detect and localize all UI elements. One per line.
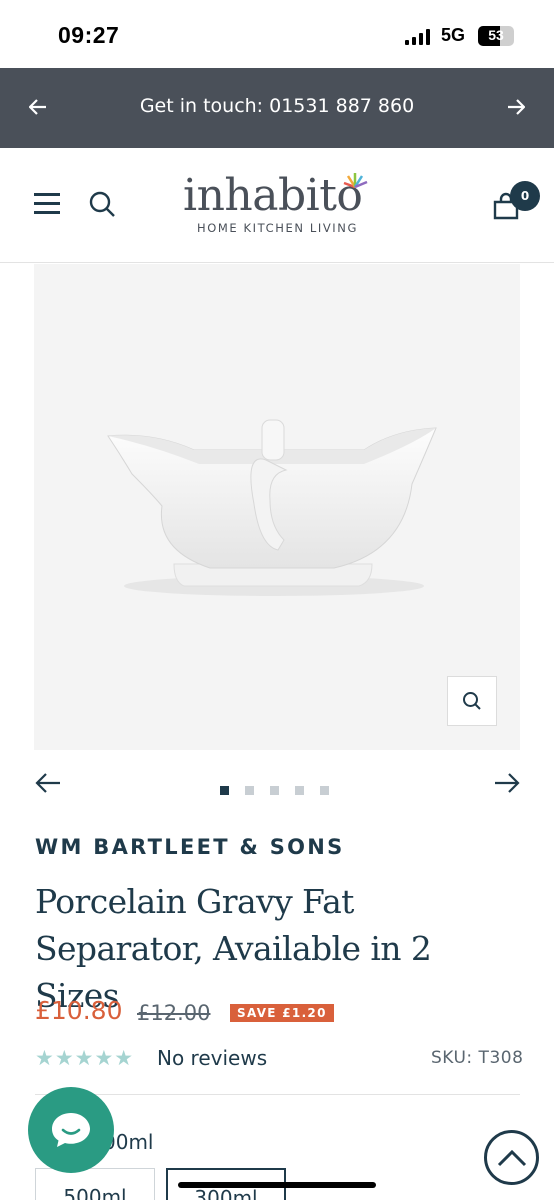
logo-wordmark: inhabito (183, 170, 363, 221)
zoom-icon (463, 692, 481, 710)
logo[interactable]: inhabito HOME KITCHEN LIVING (180, 170, 375, 240)
home-indicator (178, 1182, 376, 1188)
gallery-dot[interactable] (245, 786, 254, 795)
gallery-next-button[interactable] (494, 772, 524, 798)
gallery-dots (220, 780, 345, 795)
logo-tagline: HOME KITCHEN LIVING (197, 221, 358, 235)
gallery-dot[interactable] (295, 786, 304, 795)
product-brand[interactable]: WM BARTLEET & SONS (35, 835, 345, 859)
site-header: inhabito HOME KITCHEN LIVING 0 (0, 148, 554, 263)
size-option-500ml[interactable]: 500ml (35, 1168, 155, 1200)
save-badge: SAVE £1.20 (230, 1004, 334, 1022)
divider (35, 1094, 520, 1095)
status-bar: 09:27 5G 53 (0, 0, 554, 68)
reviews-link[interactable]: No reviews (157, 1046, 267, 1070)
zoom-button[interactable] (447, 676, 497, 726)
battery-level: 53 (488, 27, 504, 43)
signal-icon (405, 29, 431, 45)
arrow-left-icon (35, 773, 60, 793)
network-type: 5G (441, 25, 466, 45)
announcement-text[interactable]: Get in touch: 01531 887 860 (0, 95, 554, 117)
arrow-right-icon[interactable] (501, 92, 531, 122)
status-time: 09:27 (58, 22, 120, 48)
gallery-dot[interactable] (270, 786, 279, 795)
chevron-up-icon (497, 1149, 526, 1166)
gallery-prev-button[interactable] (35, 772, 65, 798)
rating-stars[interactable]: ★★★★★ (35, 1046, 134, 1070)
chat-button[interactable] (28, 1087, 114, 1173)
search-icon[interactable] (88, 190, 116, 218)
back-to-top-button[interactable] (484, 1130, 539, 1185)
gallery-dot[interactable] (220, 786, 229, 795)
product-price: £10.80 (35, 996, 123, 1025)
menu-icon[interactable] (34, 193, 60, 215)
product-sku: SKU: T308 (431, 1048, 524, 1068)
cart-count-badge[interactable]: 0 (510, 181, 540, 211)
chat-icon (52, 1113, 90, 1147)
gallery-dot[interactable] (320, 786, 329, 795)
battery-icon: 53 (478, 26, 514, 46)
compare-price: £12.00 (137, 1001, 211, 1025)
announcement-bar: Get in touch: 01531 887 860 (0, 68, 554, 148)
logo-sunburst-icon (343, 173, 368, 188)
arrow-right-icon (495, 773, 520, 793)
